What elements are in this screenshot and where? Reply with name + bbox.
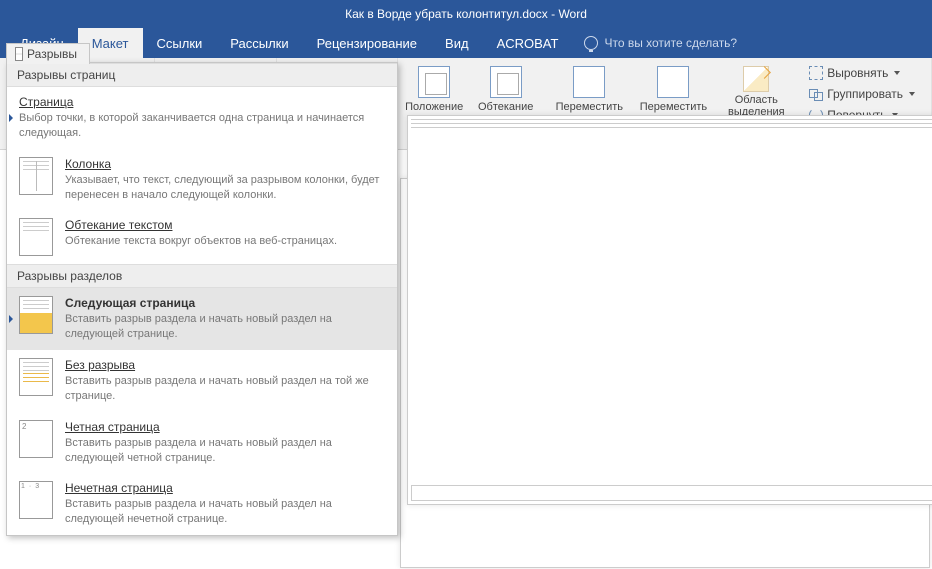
- page-break-icon: [407, 115, 932, 505]
- break-odd-page[interactable]: Нечетная страницаВставить разрыв раздела…: [7, 473, 397, 535]
- next-page-icon: [19, 296, 53, 334]
- forward-icon: [573, 66, 605, 98]
- breaks-button[interactable]: Разрывы: [6, 43, 90, 64]
- breaks-dropdown: Разрывы Разрывы страниц СтраницаВыбор то…: [6, 62, 398, 536]
- break-column[interactable]: КолонкаУказывает, что текст, следующий з…: [7, 149, 397, 211]
- tab-links[interactable]: Ссылки: [143, 28, 217, 58]
- title-bar: Как в Ворде убрать колонтитул.docx - Wor…: [0, 0, 932, 28]
- break-even-page[interactable]: Четная страницаВставить разрыв раздела и…: [7, 412, 397, 474]
- align-button[interactable]: Выровнять: [805, 64, 919, 82]
- section-breaks-header: Разрывы разделов: [7, 264, 397, 288]
- odd-page-icon: [19, 481, 53, 519]
- ribbon-tabs: Дизайн Макет Ссылки Рассылки Рецензирова…: [0, 28, 932, 58]
- bulb-icon: [584, 36, 598, 50]
- tell-me[interactable]: Что вы хотите сделать?: [584, 28, 737, 58]
- position-icon: [418, 66, 450, 98]
- wrap-break-icon: [19, 218, 53, 256]
- breaks-icon: [15, 47, 23, 61]
- break-next-page[interactable]: Следующая страницаВставить разрыв раздел…: [7, 288, 397, 350]
- group-button[interactable]: Группировать: [805, 85, 919, 103]
- group-icon: [809, 89, 823, 99]
- selection-icon: [743, 66, 769, 92]
- continuous-icon: [19, 358, 53, 396]
- tab-mailings[interactable]: Рассылки: [216, 28, 302, 58]
- page-breaks-header: Разрывы страниц: [7, 63, 397, 87]
- column-break-icon: [19, 157, 53, 195]
- break-page[interactable]: СтраницаВыбор точки, в которой заканчива…: [7, 87, 397, 149]
- align-icon: [809, 66, 823, 80]
- break-continuous[interactable]: Без разрываВставить разрыв раздела и нач…: [7, 350, 397, 412]
- even-page-icon: [19, 420, 53, 458]
- tab-review[interactable]: Рецензирование: [303, 28, 431, 58]
- break-text-wrap[interactable]: Обтекание текстомОбтекание текста вокруг…: [7, 210, 397, 264]
- tab-acrobat[interactable]: ACROBAT: [483, 28, 573, 58]
- wrap-icon: [490, 66, 522, 98]
- tab-view[interactable]: Вид: [431, 28, 483, 58]
- document-title: Как в Ворде убрать колонтитул.docx - Wor…: [345, 7, 587, 21]
- backward-icon: [657, 66, 689, 98]
